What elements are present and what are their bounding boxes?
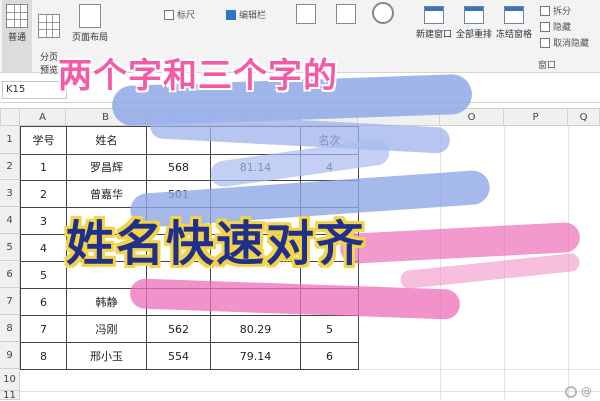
freeze-panes-label: 冻结窗格 bbox=[495, 30, 532, 40]
hide-button[interactable]: 隐藏 bbox=[540, 20, 571, 33]
normal-view-label: 普通 bbox=[7, 33, 26, 43]
new-window-button[interactable]: 新建窗口 bbox=[414, 0, 454, 40]
freeze-panes-icon bbox=[504, 6, 524, 24]
unhide-button[interactable]: 取消隐藏 bbox=[540, 36, 589, 49]
row-header-4[interactable]: 4 bbox=[0, 207, 20, 234]
table-cell[interactable]: 邢小玉 bbox=[67, 343, 147, 370]
freeze-panes-button[interactable]: 冻结窗格 bbox=[494, 0, 534, 40]
table-cell[interactable]: 1 bbox=[21, 155, 67, 181]
title-overlay: 两个字和三个字的 bbox=[58, 56, 338, 96]
table-cell[interactable]: 5 bbox=[301, 316, 359, 343]
hide-label: 隐藏 bbox=[553, 23, 572, 33]
table-cell[interactable]: 562 bbox=[147, 316, 211, 343]
gridline bbox=[20, 391, 600, 392]
row-header-3[interactable]: 3 bbox=[0, 180, 20, 207]
ruler-checkbox[interactable]: 标尺 bbox=[164, 8, 195, 21]
page-layout-button[interactable]: 页面布局 bbox=[66, 0, 114, 43]
new-window-label: 新建窗口 bbox=[415, 30, 452, 40]
main-title-overlay: 姓名快速对齐 bbox=[66, 216, 367, 272]
arrange-all-icon bbox=[464, 6, 484, 24]
normal-view-icon bbox=[6, 4, 28, 28]
split-button[interactable]: 拆分 bbox=[540, 4, 571, 17]
table-cell[interactable]: 80.29 bbox=[211, 316, 301, 343]
table-cell[interactable]: 4 bbox=[21, 235, 67, 262]
watermark-logo-icon bbox=[565, 385, 577, 398]
table-cell[interactable]: 5 bbox=[21, 262, 67, 289]
row-header-9[interactable]: 9 bbox=[0, 342, 20, 369]
table-cell[interactable]: 554 bbox=[147, 343, 211, 370]
watermark-text: @ bbox=[581, 385, 592, 398]
row-header-7[interactable]: 7 bbox=[0, 288, 20, 315]
watermark: @ bbox=[565, 385, 592, 398]
formula-bar-check-icon bbox=[226, 9, 236, 20]
split-label: 拆分 bbox=[553, 7, 572, 17]
column-header-q[interactable]: Q bbox=[568, 108, 600, 126]
table-cell[interactable]: 6 bbox=[301, 343, 359, 370]
ruler-check-icon bbox=[164, 9, 174, 20]
formula-bar-label: 编辑栏 bbox=[239, 11, 267, 21]
normal-view-button[interactable]: 普通 bbox=[2, 0, 32, 72]
row-header-8[interactable]: 8 bbox=[0, 315, 20, 342]
table-cell[interactable]: 3 bbox=[21, 208, 67, 235]
select-all-corner[interactable] bbox=[0, 108, 20, 126]
row-header-2[interactable]: 2 bbox=[0, 154, 20, 180]
row-header-11[interactable]: 11 bbox=[0, 391, 20, 401]
arrange-all-button[interactable]: 全部重排 bbox=[454, 0, 494, 40]
row-header-5[interactable]: 5 bbox=[0, 234, 20, 261]
column-header-a[interactable]: A bbox=[20, 108, 66, 126]
formula-bar-checkbox[interactable]: 编辑栏 bbox=[226, 8, 266, 21]
arrange-all-label: 全部重排 bbox=[455, 30, 492, 40]
hide-icon bbox=[540, 21, 550, 32]
table-cell[interactable]: 罗昌辉 bbox=[67, 155, 147, 181]
table-cell[interactable]: 79.14 bbox=[211, 343, 301, 370]
split-icon bbox=[540, 5, 550, 16]
unhide-label: 取消隐藏 bbox=[553, 39, 590, 49]
table-cell[interactable]: 6 bbox=[21, 289, 67, 316]
ruler-label: 标尺 bbox=[177, 11, 196, 21]
table-cell[interactable]: 7 bbox=[21, 316, 67, 343]
page-layout-label: 页面布局 bbox=[71, 33, 108, 43]
row-header-1[interactable]: 1 bbox=[0, 126, 20, 154]
zoom-icon[interactable] bbox=[296, 4, 316, 24]
window-group-label: 窗口 bbox=[538, 61, 557, 71]
zoom-selection-icon[interactable] bbox=[372, 2, 394, 24]
table-header-cell[interactable]: 学号 bbox=[21, 127, 67, 155]
column-header-p[interactable]: P bbox=[504, 108, 568, 126]
page-layout-icon bbox=[79, 4, 101, 28]
zoom-100-icon[interactable] bbox=[336, 4, 356, 24]
table-cell[interactable]: 2 bbox=[21, 181, 67, 208]
new-window-icon bbox=[424, 6, 444, 24]
table-header-cell[interactable]: 姓名 bbox=[67, 127, 147, 155]
row-header-6[interactable]: 6 bbox=[0, 261, 20, 288]
table-cell[interactable]: 568 bbox=[147, 155, 211, 181]
table-cell[interactable]: 8 bbox=[21, 343, 67, 370]
row-header-10[interactable]: 10 bbox=[0, 369, 20, 391]
page-break-icon bbox=[38, 14, 60, 38]
table-cell[interactable]: 冯刚 bbox=[67, 316, 147, 343]
gridline bbox=[440, 126, 441, 400]
unhide-icon bbox=[540, 37, 550, 48]
